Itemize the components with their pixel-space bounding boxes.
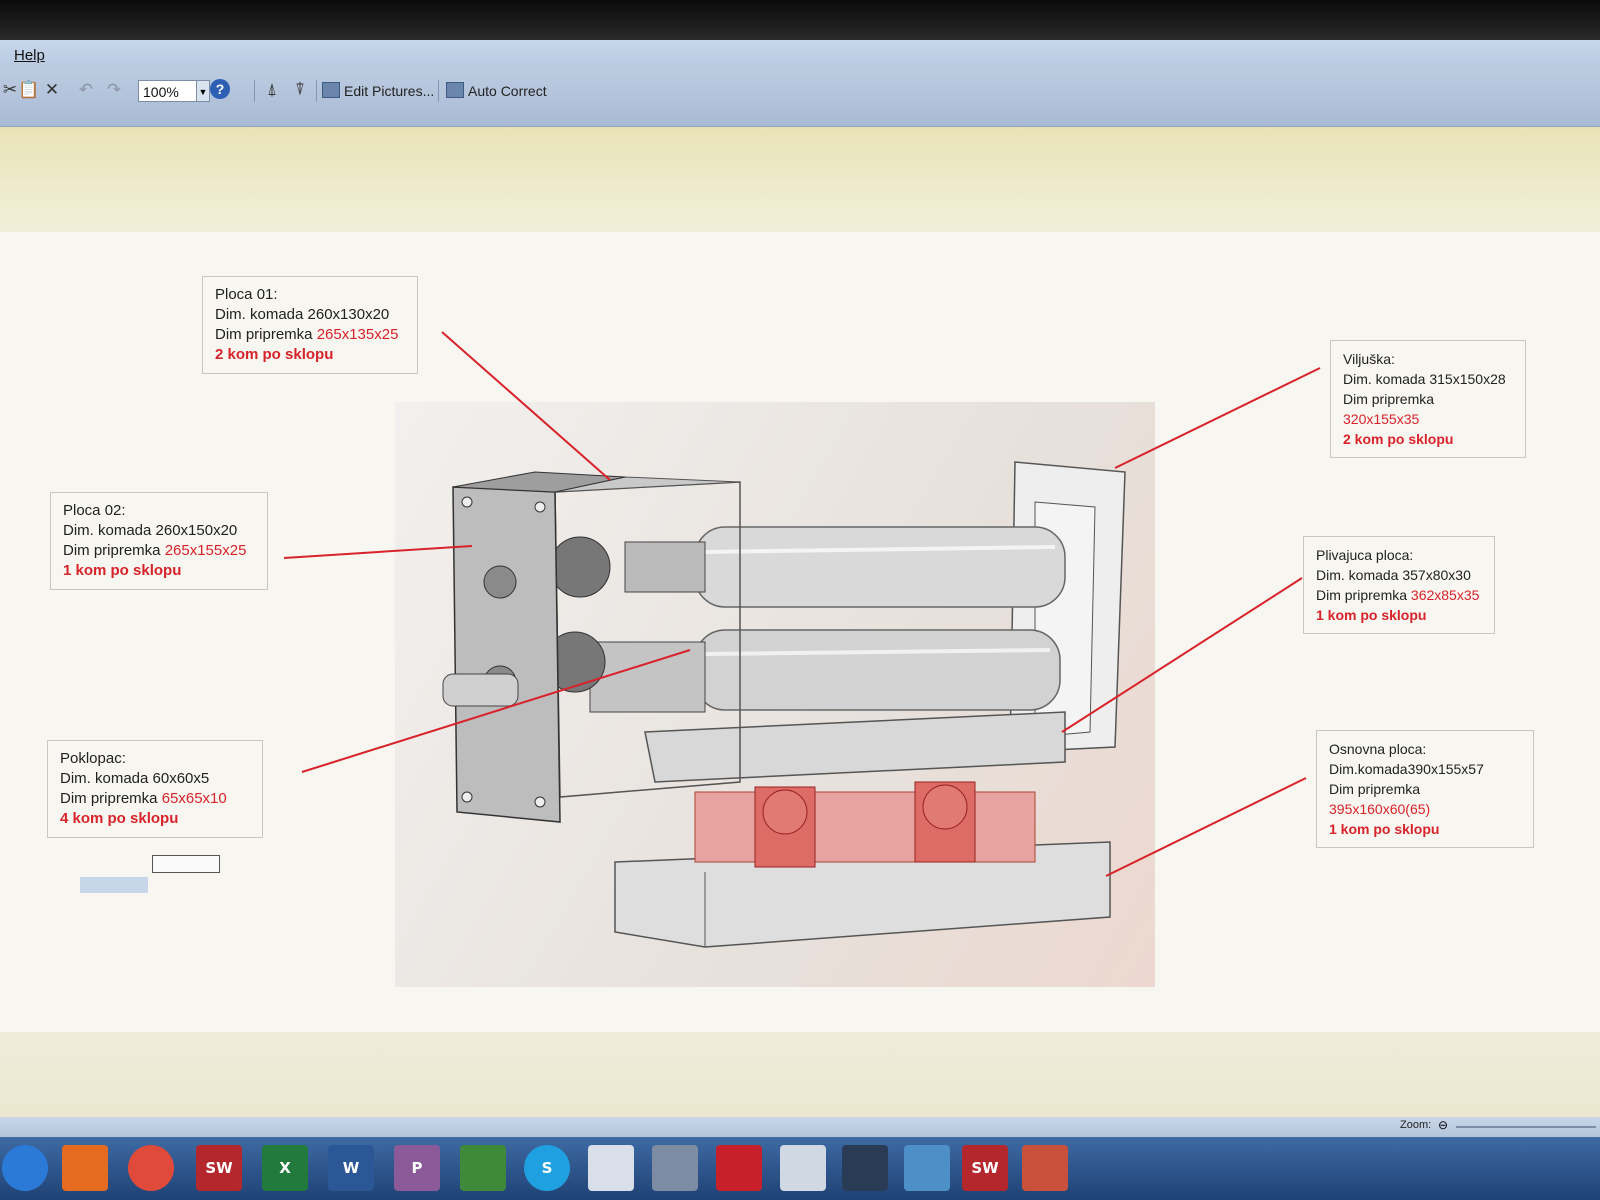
publisher-icon[interactable]: P — [394, 1145, 440, 1191]
chrome-icon[interactable] — [128, 1145, 174, 1191]
excel-label: X — [279, 1159, 291, 1177]
taskbar: SW X W P S SW — [0, 1137, 1600, 1200]
status-bar: Zoom: ⊖ — [0, 1117, 1600, 1137]
excel-icon[interactable]: X — [262, 1145, 308, 1191]
solidworks-label: SW — [205, 1159, 233, 1177]
zoom-slider[interactable] — [1456, 1126, 1596, 1128]
start-icon[interactable] — [2, 1145, 48, 1191]
acrobat-icon[interactable] — [716, 1145, 762, 1191]
zoom-label: Zoom: — [1400, 1119, 1432, 1131]
zoom-out-icon[interactable]: ⊖ — [1438, 1118, 1448, 1132]
word-label: W — [342, 1159, 360, 1177]
leader-line-poklopac — [301, 649, 691, 773]
word-icon[interactable]: W — [328, 1145, 374, 1191]
leader-line-ploca-02 — [283, 545, 473, 559]
folder-icon[interactable] — [780, 1145, 826, 1191]
paint-icon[interactable] — [904, 1145, 950, 1191]
magnifier-icon[interactable] — [652, 1145, 698, 1191]
inkscape-icon[interactable] — [842, 1145, 888, 1191]
skype-label: S — [541, 1159, 553, 1177]
spreadsheet-icon[interactable] — [460, 1145, 506, 1191]
solidworks-icon[interactable]: SW — [196, 1145, 242, 1191]
publisher-label: P — [411, 1159, 423, 1177]
skype-icon[interactable]: S — [524, 1145, 570, 1191]
leader-line-plivajuca-ploca — [1061, 577, 1303, 733]
firefox-icon[interactable] — [62, 1145, 108, 1191]
document-icon[interactable] — [588, 1145, 634, 1191]
viewer-icon[interactable] — [1022, 1145, 1068, 1191]
leader-lines — [283, 331, 1321, 877]
leader-line-ploca-01 — [441, 331, 611, 481]
solidworks-2018-label: SW — [971, 1159, 999, 1177]
leader-line-viljuska — [1114, 367, 1321, 469]
leader-line-osnovna-ploca — [1105, 777, 1307, 877]
solidworks-2018-icon[interactable]: SW — [962, 1145, 1008, 1191]
